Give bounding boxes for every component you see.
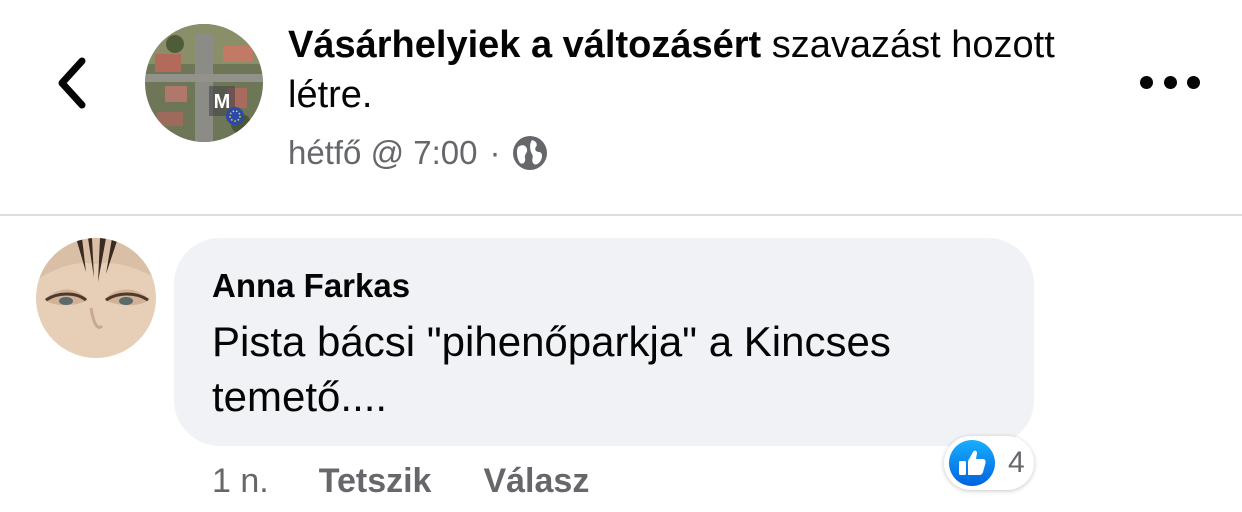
commenter-avatar[interactable] — [36, 238, 156, 358]
post-title: Vásárhelyiek a változásért szavazást hoz… — [288, 20, 1108, 120]
comment-author[interactable]: Anna Farkas — [212, 264, 410, 308]
reply-button[interactable]: Válasz — [483, 462, 589, 501]
post-author-name[interactable]: Vásárhelyiek a változásért — [288, 24, 761, 66]
back-button[interactable] — [44, 52, 100, 114]
comment-time[interactable]: 1 n. — [212, 462, 269, 501]
post-meta: hétfő @ 7:00 · — [288, 128, 548, 178]
comment-bubble[interactable]: Anna Farkas Pista bácsi "pihenőparkja" a… — [174, 238, 1034, 446]
like-icon — [948, 439, 996, 487]
page-avatar[interactable]: M — [145, 24, 263, 142]
meta-separator: · — [489, 134, 501, 171]
post-timestamp[interactable]: hétfő @ 7:00 — [288, 134, 477, 172]
comment-actions: 1 n. Tetszik Válasz — [212, 456, 641, 506]
chevron-left-icon — [58, 57, 86, 109]
more-options-button[interactable] — [1140, 64, 1200, 100]
header-divider — [0, 214, 1242, 216]
comment-text: Pista bácsi "pihenőparkja" a Kincses tem… — [212, 318, 891, 420]
more-options-icon — [1187, 75, 1200, 89]
reaction-summary[interactable]: 4 — [944, 436, 1034, 490]
like-button[interactable]: Tetszik — [319, 462, 432, 501]
svg-text:M: M — [214, 91, 231, 113]
more-options-icon — [1163, 75, 1177, 89]
post-header: M Vásárhelyiek a változásért szavazást h… — [0, 0, 1242, 215]
globe-icon — [513, 136, 548, 170]
more-options-icon — [1140, 75, 1153, 89]
reaction-count: 4 — [1008, 446, 1025, 479]
